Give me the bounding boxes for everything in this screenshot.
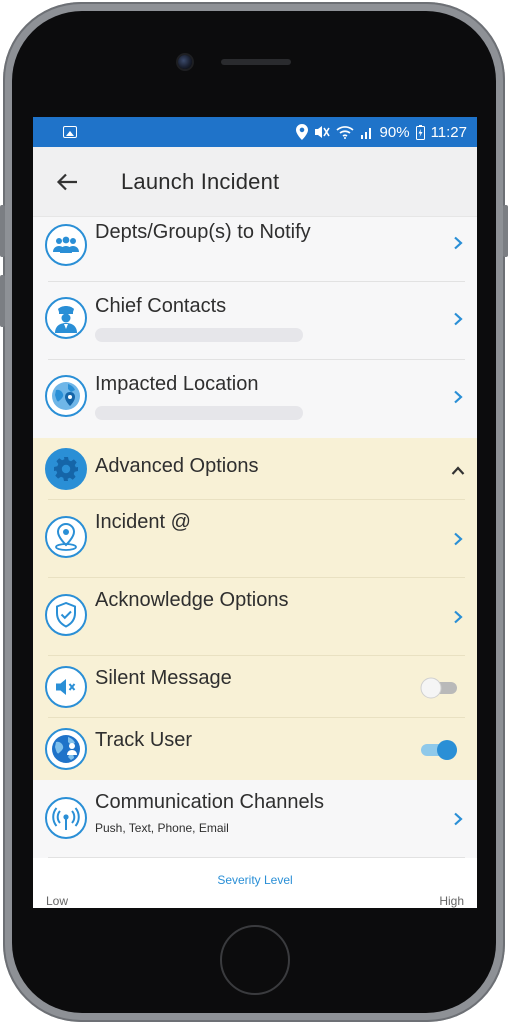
group-icon: [45, 224, 87, 266]
chevron-right-icon: [454, 532, 463, 546]
list-item-title: Chief Contacts: [95, 295, 227, 317]
chevron-right-icon: [454, 812, 463, 826]
list-item-track-user: Track User: [33, 718, 477, 780]
speaker-mute-icon: [45, 666, 87, 708]
gear-icon: [45, 448, 87, 490]
advanced-options-header[interactable]: Advanced Options: [33, 438, 477, 500]
app-bar: Launch Incident: [33, 147, 477, 217]
battery-percent: 90%: [379, 123, 410, 141]
list-item-subtitle: Push, Text, Phone, Email: [95, 821, 229, 835]
chevron-right-icon: [454, 610, 463, 624]
volume-up-button: [0, 205, 5, 257]
track-user-toggle[interactable]: [419, 738, 459, 762]
antenna-icon: [45, 797, 87, 839]
list-item-incident-at[interactable]: Incident @: [33, 500, 477, 578]
status-bar: 90% 11:27: [33, 117, 477, 147]
list-item-title: Communication Channels: [95, 791, 325, 813]
globe-pin-icon: [45, 375, 87, 417]
signal-icon: [360, 128, 371, 139]
severity-high-label: High: [439, 894, 464, 908]
location-icon: [295, 124, 308, 140]
location-pin-icon: [45, 516, 87, 558]
list-item-impacted-location[interactable]: Impacted Location: [33, 360, 477, 438]
officer-icon: [45, 297, 87, 339]
wifi-icon: [335, 126, 354, 139]
location-placeholder: [95, 406, 303, 420]
earpiece-speaker: [221, 59, 291, 65]
advanced-options-title: Advanced Options: [95, 455, 259, 477]
list-item-title: Depts/Group(s) to Notify: [95, 221, 311, 243]
list-item-depts-groups[interactable]: Depts/Group(s) to Notify: [33, 217, 477, 282]
mute-icon: [314, 126, 330, 138]
severity-level-label: Severity Level: [217, 873, 293, 887]
globe-user-icon: [45, 728, 87, 770]
list-item-title: Impacted Location: [95, 373, 259, 395]
list-item-title: Acknowledge Options: [95, 589, 289, 611]
chevron-right-icon: [454, 312, 463, 326]
power-button: [503, 205, 508, 257]
list-item-chief-contacts[interactable]: Chief Contacts: [33, 282, 477, 360]
list-item-silent-message: Silent Message: [33, 656, 477, 718]
incident-options-list: Depts/Group(s) to Notify Chief Contacts …: [33, 217, 477, 908]
list-item-title: Incident @: [95, 511, 191, 533]
chevron-up-icon: [451, 466, 465, 475]
severity-low-label: Low: [46, 894, 69, 908]
page-title: Launch Incident: [121, 168, 280, 194]
chevron-right-icon: [454, 390, 463, 404]
clock: 11:27: [430, 123, 467, 141]
gallery-icon: [63, 126, 77, 138]
battery-charging-icon: [415, 124, 425, 140]
silent-message-toggle[interactable]: [419, 676, 459, 700]
back-arrow-icon[interactable]: [53, 168, 81, 196]
list-item-acknowledge-options[interactable]: Acknowledge Options: [33, 578, 477, 656]
severity-section: Severity Level Low High: [33, 858, 477, 908]
volume-down-button: [0, 275, 5, 327]
front-camera: [178, 55, 192, 69]
home-button[interactable]: [220, 925, 290, 995]
chevron-right-icon: [454, 236, 463, 250]
list-item-communication-channels[interactable]: Communication Channels Push, Text, Phone…: [33, 780, 477, 858]
app-screen: 90% 11:27 Launch Incident Depts/Group(s)…: [33, 117, 477, 908]
contacts-placeholder: [95, 328, 303, 342]
shield-check-icon: [45, 594, 87, 636]
